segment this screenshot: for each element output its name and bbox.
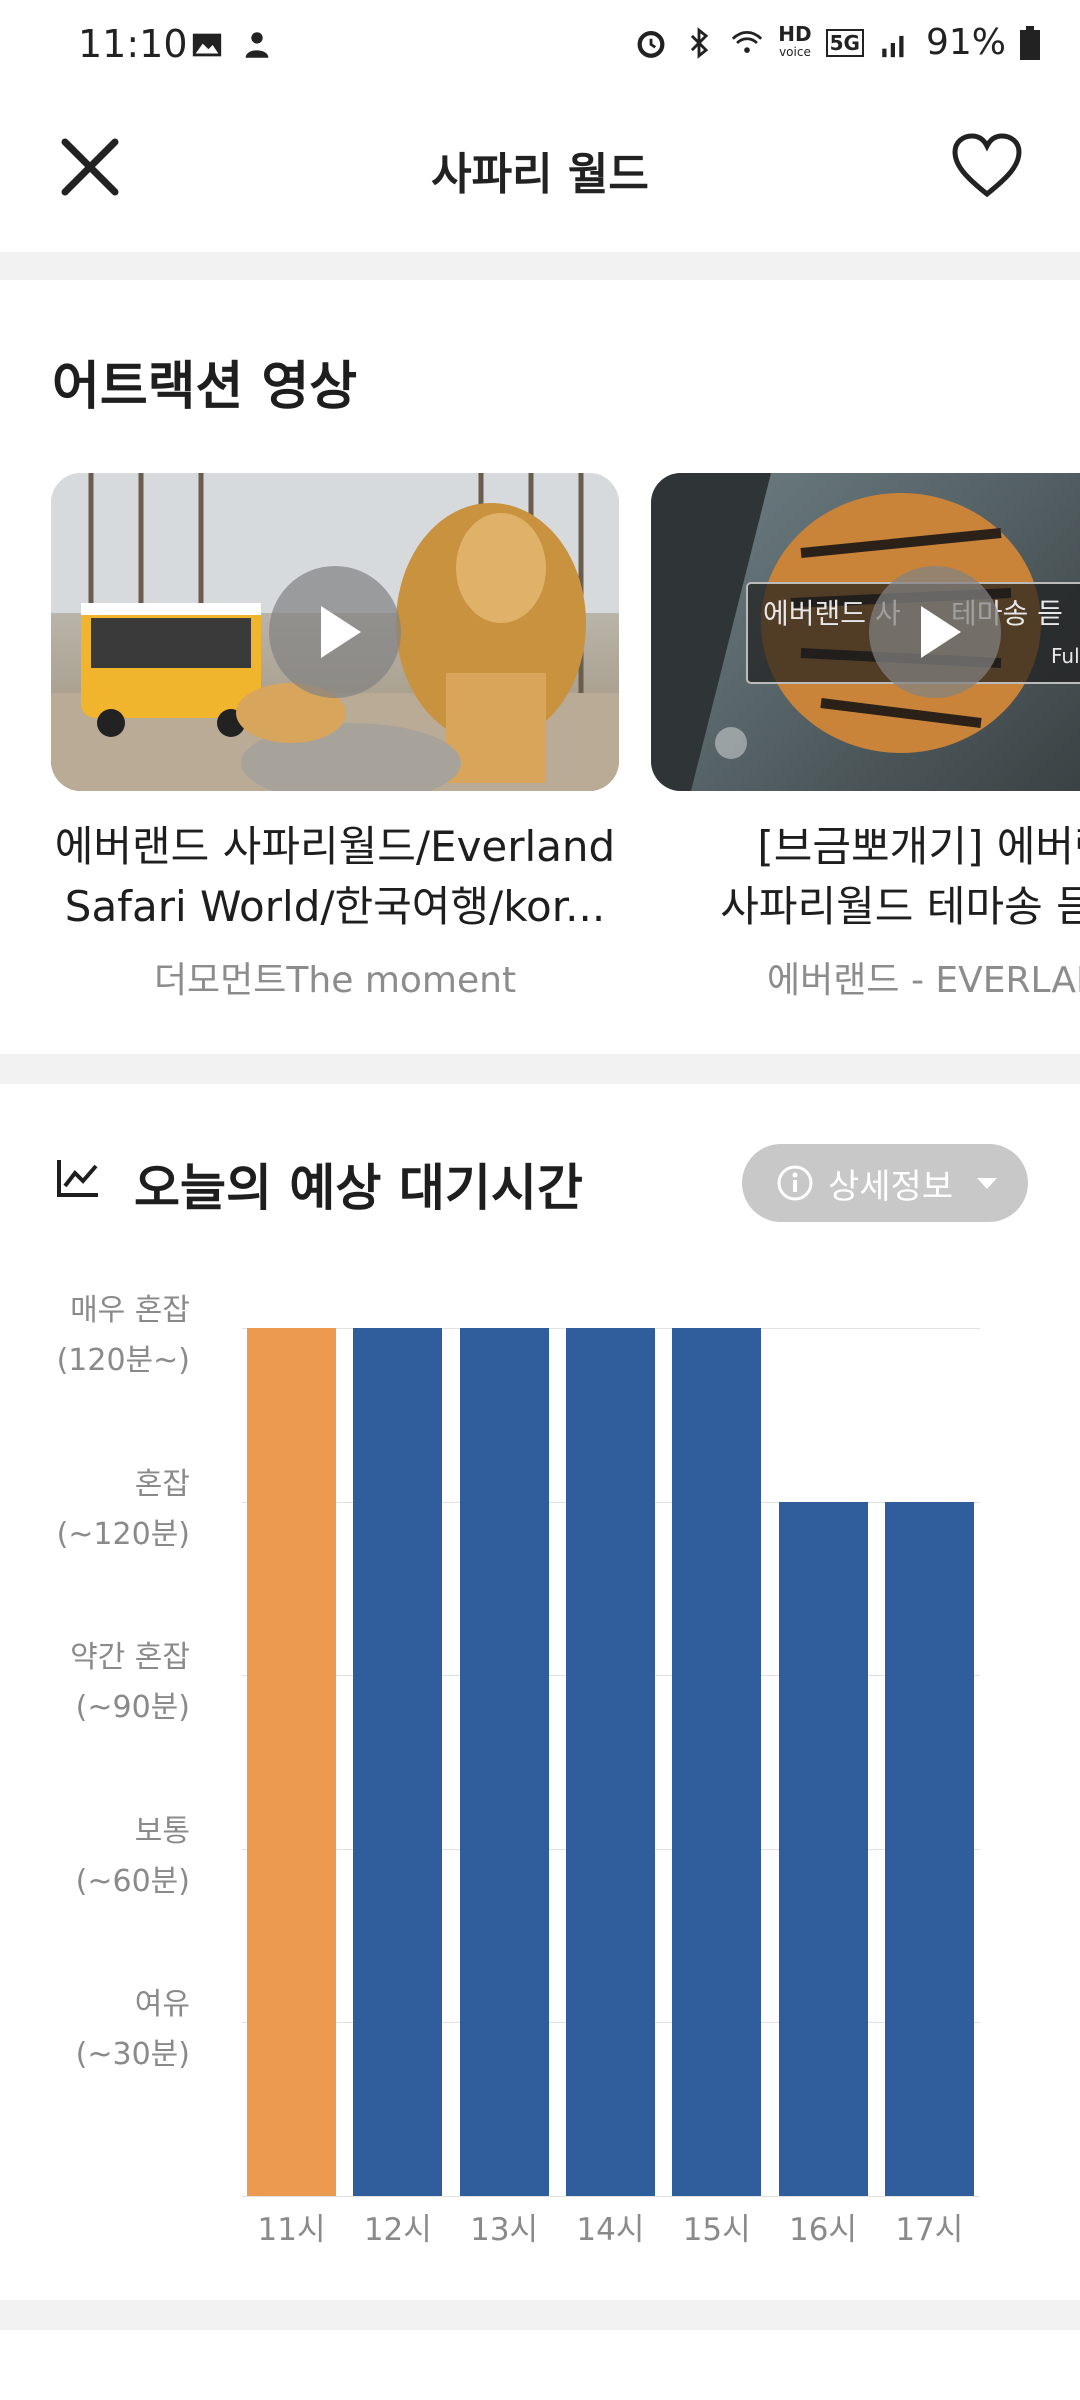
x-axis-tick-label: 15시 bbox=[682, 2212, 751, 2248]
bluetooth-icon bbox=[691, 26, 709, 59]
y-axis-label: 약간 혼잡 (~90분) bbox=[70, 1633, 190, 1733]
alarm-icon bbox=[637, 30, 665, 58]
network-label: 5G bbox=[825, 28, 864, 57]
y-axis-label-range: (~60분) bbox=[75, 1863, 190, 1899]
detail-info-button[interactable]: 상세정보 bbox=[742, 1144, 1028, 1222]
x-axis-tick-label: 16시 bbox=[789, 2212, 857, 2248]
y-axis-label: 매우 혼잡 (120분~) bbox=[57, 1286, 190, 1386]
chart-bar[interactable] bbox=[247, 1328, 336, 2196]
x-axis-tick-label: 11시 bbox=[257, 2212, 326, 2248]
y-axis-label-range: (~120분) bbox=[56, 1516, 190, 1552]
line-chart-icon bbox=[57, 1160, 98, 1197]
y-axis-label-level: 매우 혼잡 bbox=[70, 1293, 190, 1328]
wifi-icon bbox=[732, 30, 763, 53]
signal-icon bbox=[882, 35, 904, 57]
y-axis-label-level: 약간 혼잡 bbox=[70, 1640, 190, 1676]
section-divider bbox=[0, 252, 1080, 280]
video-title-line: 사파리월드 테마송 듣기( bbox=[720, 882, 1080, 931]
status-bar: 11:10 HD voice 5G 91% bbox=[0, 0, 1080, 92]
chart-bar[interactable] bbox=[884, 1501, 974, 2196]
y-axis-label-level: 혼잡 bbox=[134, 1466, 190, 1502]
video-card[interactable]: 에버랜드 사파리월드/Everland Safari World/한국여행/ko… bbox=[51, 473, 619, 1003]
chart-bar[interactable] bbox=[565, 1328, 655, 2196]
video-channel: 에버랜드 - EVERLAN bbox=[767, 960, 1080, 1001]
tiger-scene-image: 에버랜드 사 테마송 듣 Full bbox=[651, 473, 1080, 791]
y-axis-label: 여유 (~30분) bbox=[76, 1980, 190, 2080]
y-axis-label: 보통 (~60분) bbox=[76, 1807, 190, 1907]
person-icon bbox=[245, 32, 269, 58]
y-axis-label-level: 보통 bbox=[134, 1813, 190, 1849]
page-title: 사파리 월드 bbox=[431, 149, 649, 200]
video-title-line: 에버랜드 사파리월드/Everland bbox=[54, 822, 616, 871]
chevron-down-icon bbox=[977, 1177, 998, 1189]
y-axis-label: 혼잡 (~120분) bbox=[57, 1460, 190, 1560]
video-title-line: Safari World/한국여행/kor... bbox=[64, 882, 606, 931]
chart-bar[interactable] bbox=[353, 1328, 443, 2196]
y-axis-label-range: (~90분) bbox=[75, 1690, 190, 1726]
battery-percent: 91% bbox=[925, 22, 1006, 63]
video-channel: 더모먼트The moment bbox=[153, 960, 517, 1001]
x-axis-tick-label: 14시 bbox=[576, 2212, 645, 2248]
section-divider bbox=[0, 2300, 1080, 2330]
video-thumbnail[interactable]: 에버랜드 사 테마송 듣 Full bbox=[651, 473, 1080, 791]
video-thumbnail[interactable] bbox=[51, 473, 619, 791]
video-title-line: [브금뽀개기] 에버랜 bbox=[757, 822, 1080, 871]
section-divider bbox=[0, 1054, 1080, 1084]
y-axis-label-range: (~30분) bbox=[75, 2037, 190, 2073]
videos-section-title: 어트랙션 영상 bbox=[52, 357, 358, 417]
video-card[interactable]: 에버랜드 사 테마송 듣 Full [브금뽀개기] 에버랜 사파리월드 테마송 … bbox=[651, 473, 1080, 1003]
y-axis-label-level: 여유 bbox=[134, 1987, 190, 2023]
detail-button-label: 상세정보 bbox=[828, 1166, 954, 1207]
app-bar: 사파리 월드 bbox=[0, 92, 1080, 252]
chart-bar[interactable] bbox=[672, 1328, 762, 2196]
chart-bar[interactable] bbox=[778, 1501, 868, 2196]
battery-icon bbox=[1020, 25, 1040, 60]
status-time: 11:10 bbox=[78, 22, 188, 66]
x-axis-tick-label: 17시 bbox=[895, 2212, 964, 2248]
image-icon bbox=[192, 33, 222, 57]
heart-icon[interactable] bbox=[949, 128, 1025, 204]
x-axis-tick-label: 13시 bbox=[470, 2212, 539, 2248]
play-icon[interactable] bbox=[869, 566, 1001, 698]
hd-voice-label: HD voice bbox=[778, 21, 812, 59]
x-axis-tick-label: 12시 bbox=[363, 2212, 432, 2248]
chart-bar[interactable] bbox=[459, 1328, 549, 2196]
info-icon bbox=[777, 1165, 813, 1201]
x-axis-line bbox=[242, 2196, 980, 2197]
wait-section-title: 오늘의 예상 대기시간 bbox=[134, 1159, 583, 1217]
thumb-text: Full bbox=[1051, 644, 1080, 668]
y-axis-label-range: (120분~) bbox=[56, 1343, 190, 1378]
play-icon[interactable] bbox=[269, 566, 401, 698]
